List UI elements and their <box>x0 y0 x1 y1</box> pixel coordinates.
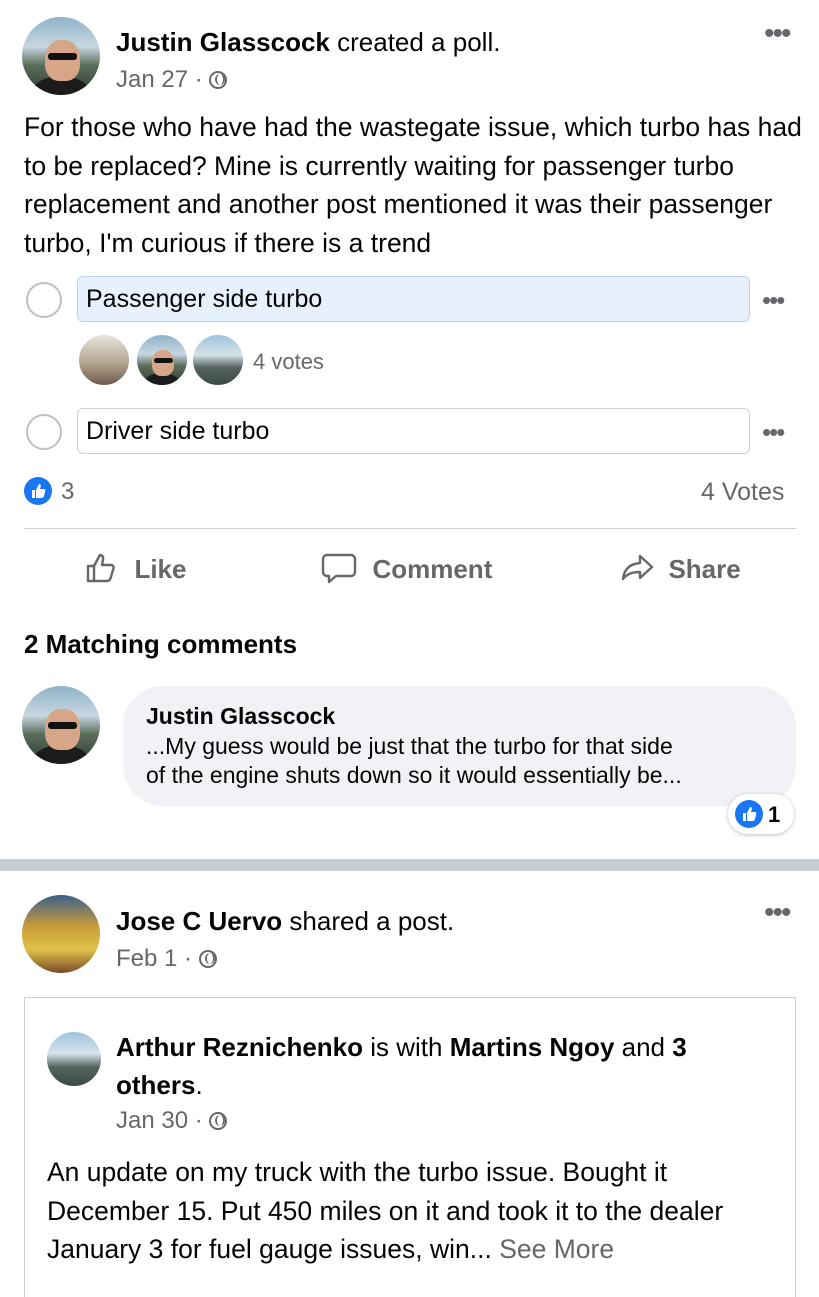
author-avatar[interactable] <box>22 17 100 95</box>
shared-post-date[interactable]: Jan 30 · <box>116 1107 203 1134</box>
post2-date[interactable]: Feb 1 · <box>116 945 192 972</box>
total-votes[interactable]: 4 Votes <box>701 478 784 507</box>
reaction-count[interactable]: 3 <box>61 478 74 506</box>
shared-author-avatar[interactable] <box>47 1032 101 1086</box>
like-reaction-icon[interactable] <box>24 477 52 505</box>
post-action-text: created a poll. <box>329 27 501 57</box>
shared-with-text: is with <box>363 1032 450 1062</box>
action-divider <box>24 528 796 529</box>
share-label: Share <box>668 554 741 584</box>
author-name[interactable]: Justin Glasscock <box>116 27 330 57</box>
post2-meta: Feb 1 · <box>116 945 217 973</box>
poll-option-1[interactable]: Passenger side turbo <box>77 276 750 322</box>
sharer-name[interactable]: Jose C Uervo <box>116 906 282 936</box>
comment-button[interactable]: Comment <box>320 550 492 590</box>
commenter-avatar[interactable] <box>22 686 100 764</box>
shared-author-name[interactable]: Arthur Reznichenko <box>116 1032 363 1062</box>
voter-avatar-2[interactable] <box>134 332 190 388</box>
thumbs-up-icon <box>86 553 115 583</box>
comment-bubble[interactable]: Justin Glasscock ...My guess would be ju… <box>123 686 796 806</box>
poll-radio-option-2[interactable] <box>26 414 62 450</box>
post-text: For those who have had the wastegate iss… <box>24 112 802 258</box>
shared-post-header: Arthur Reznichenko is with Martins Ngoy … <box>116 1028 776 1104</box>
comment-bubble-icon <box>321 553 357 584</box>
share-arrow-icon <box>621 554 654 581</box>
shared-and-text: and <box>614 1032 673 1062</box>
poll-option-label: Driver side turbo <box>86 417 270 445</box>
public-globe-icon <box>198 950 217 968</box>
shared-post-text: An update on my truck with the turbo iss… <box>47 1153 787 1269</box>
comment-text-line-2: of the engine shuts down so it would ess… <box>146 762 682 788</box>
shared-post-meta: Jan 30 · <box>116 1107 228 1135</box>
shared-period: . <box>195 1070 203 1100</box>
shared-post-body: An update on my truck with the turbo iss… <box>47 1157 724 1264</box>
comment-label: Comment <box>372 554 493 584</box>
poll-option-2[interactable]: Driver side turbo <box>77 408 750 454</box>
tagged-person[interactable]: Martins Ngoy <box>450 1032 615 1062</box>
more-options-icon[interactable]: ••• <box>764 19 791 49</box>
poll-option-2-more-icon[interactable]: ••• <box>762 419 785 445</box>
post-separator <box>0 859 819 871</box>
post2-more-options-icon[interactable]: ••• <box>764 898 791 928</box>
poll-radio-option-1[interactable] <box>26 282 62 318</box>
post-meta: Jan 27 · <box>116 66 228 94</box>
matching-comments-heading[interactable]: 2 Matching comments <box>24 629 297 660</box>
comment-text-line-1: ...My guess would be just that the turbo… <box>146 733 673 759</box>
like-reaction-icon <box>735 800 763 828</box>
like-label: Like <box>134 554 187 584</box>
post2-action-text: shared a post. <box>282 906 455 936</box>
comment-reaction-count: 1 <box>768 802 781 827</box>
post-header-title: Justin Glasscock created a poll. <box>116 27 500 58</box>
poll-option-label: Passenger side turbo <box>86 285 323 313</box>
see-more-link[interactable]: See More <box>492 1234 614 1264</box>
poll-option-1-votes[interactable]: 4 votes <box>253 349 324 375</box>
like-button[interactable]: Like <box>84 550 186 590</box>
comment-author[interactable]: Justin Glasscock <box>146 703 335 730</box>
post-date[interactable]: Jan 27 · <box>116 66 203 93</box>
comment-reaction-badge[interactable]: 1 <box>728 794 794 834</box>
poll-option-1-more-icon[interactable]: ••• <box>762 287 785 313</box>
voter-avatar-3[interactable] <box>190 332 246 388</box>
shared-post-card[interactable]: Arthur Reznichenko is with Martins Ngoy … <box>24 997 796 1297</box>
voter-avatar-1[interactable] <box>76 332 132 388</box>
public-globe-icon <box>209 71 228 89</box>
sharer-avatar[interactable] <box>22 895 100 973</box>
public-globe-icon <box>209 1112 228 1130</box>
share-button[interactable]: Share <box>620 550 741 590</box>
post2-header-title: Jose C Uervo shared a post. <box>116 906 454 937</box>
